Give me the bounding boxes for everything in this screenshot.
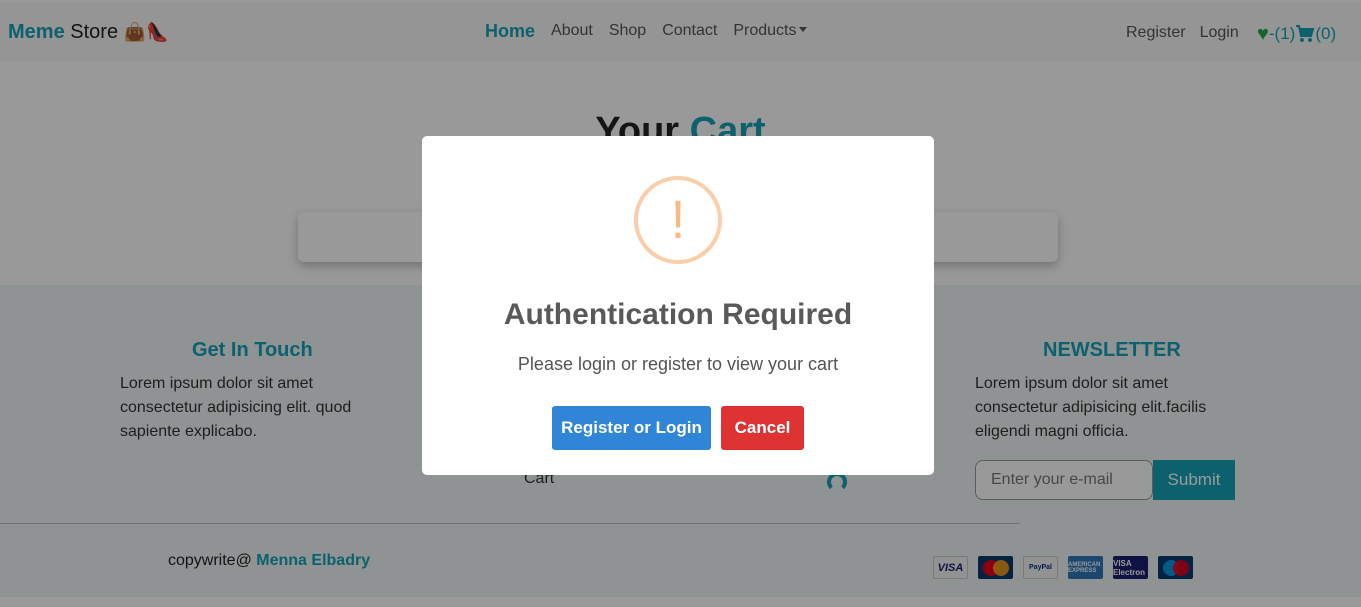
register-or-login-button[interactable]: Register or Login <box>552 406 711 450</box>
auth-modal: ! Authentication Required Please login o… <box>422 136 934 475</box>
modal-title: Authentication Required <box>503 298 853 331</box>
cancel-button[interactable]: Cancel <box>721 406 804 450</box>
modal-message: Please login or register to view your ca… <box>517 354 839 374</box>
exclamation-icon: ! <box>634 176 722 264</box>
